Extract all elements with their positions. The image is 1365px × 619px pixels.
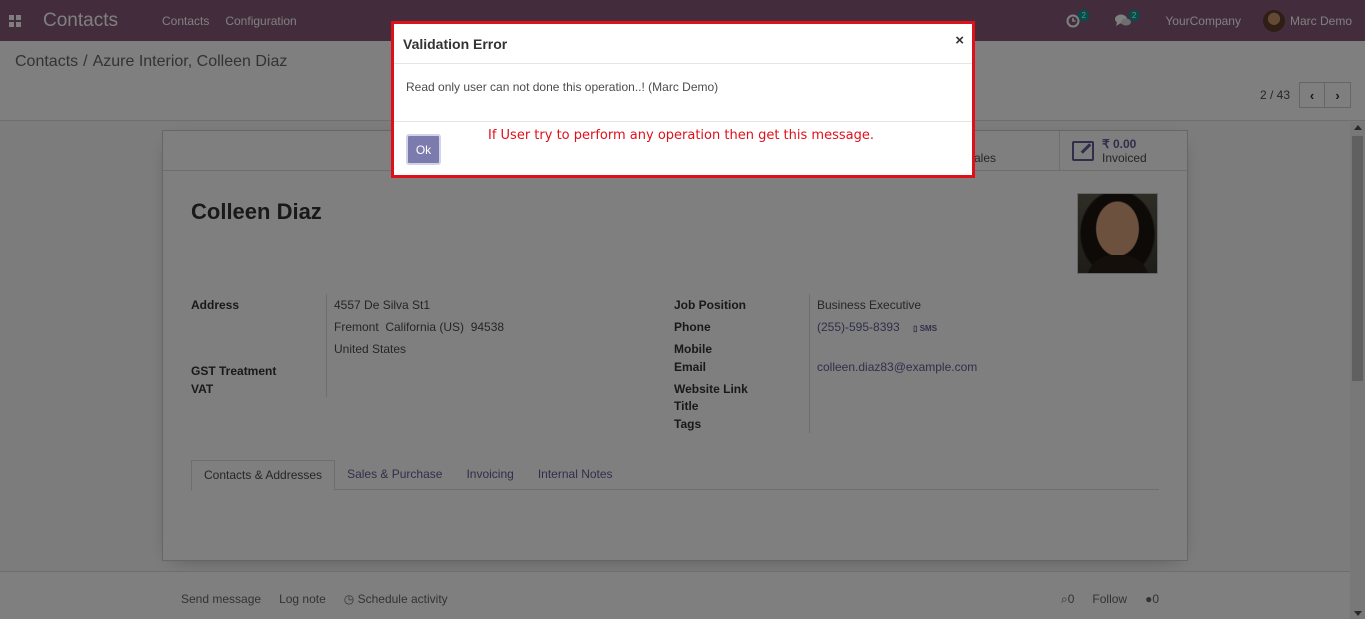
modal-message: Read only user can not done this operati… <box>394 64 972 122</box>
modal-header: Validation Error <box>394 24 972 64</box>
close-icon[interactable]: × <box>955 32 964 49</box>
validation-error-dialog: Validation Error × Read only user can no… <box>391 21 975 178</box>
modal-title: Validation Error <box>403 35 508 52</box>
annotation-note: If User try to perform any operation the… <box>488 128 874 143</box>
ok-button[interactable]: Ok <box>406 134 441 165</box>
modal-footer: Ok If User try to perform any operation … <box>394 122 972 175</box>
